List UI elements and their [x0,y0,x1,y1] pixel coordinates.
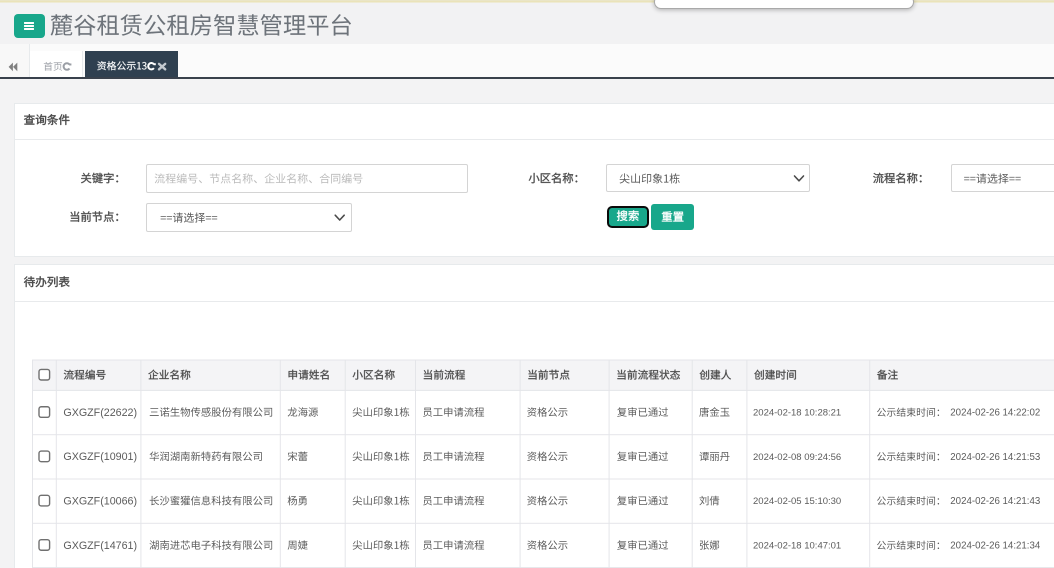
svg-text:GXGZF(10901): GXGZF(10901) [63,451,137,463]
svg-text:2024-02-08 09:24:56: 2024-02-08 09:24:56 [753,452,841,463]
svg-text:2024-02-18 10:28:21: 2024-02-18 10:28:21 [753,408,841,419]
svg-text:GXGZF(10066): GXGZF(10066) [63,495,137,507]
svg-text:2024-02-26 14:21:43: 2024-02-26 14:21:43 [950,496,1040,507]
svg-text:2024-02-26 14:22:02: 2024-02-26 14:22:02 [950,408,1040,419]
svg-text:2024-02-18 10:47:01: 2024-02-18 10:47:01 [753,541,841,552]
svg-text:2024-02-05 15:10:30: 2024-02-05 15:10:30 [753,496,841,507]
svg-text:GXGZF(22622): GXGZF(22622) [63,407,137,419]
svg-text:GXGZF(14761): GXGZF(14761) [63,540,137,552]
svg-text:2024-02-26 14:21:34: 2024-02-26 14:21:34 [950,541,1041,552]
svg-text:2024-02-26 14:21:53: 2024-02-26 14:21:53 [950,452,1040,463]
